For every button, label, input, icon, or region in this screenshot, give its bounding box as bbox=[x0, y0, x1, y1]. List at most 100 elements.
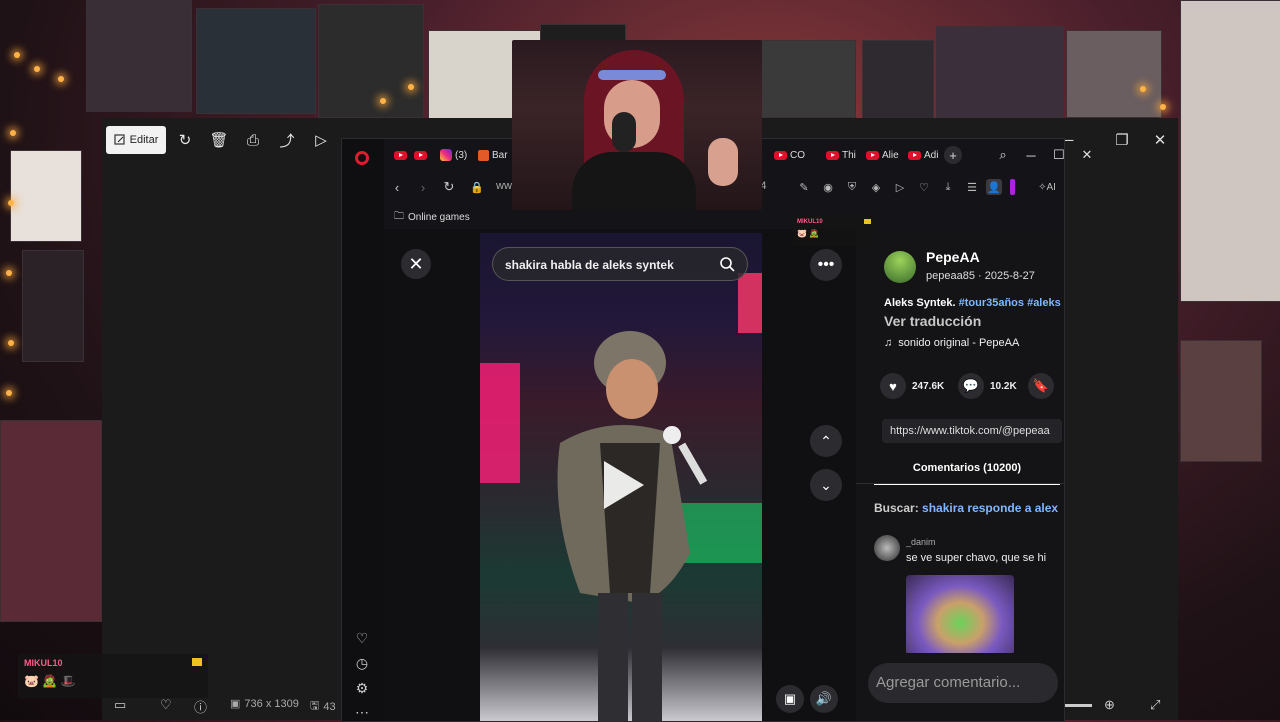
crown-badge-icon bbox=[192, 658, 202, 666]
search-tabs-icon[interactable]: ⌕ bbox=[992, 145, 1014, 165]
zoom-slider[interactable] bbox=[1064, 704, 1092, 707]
ai-button[interactable]: ✧ AI bbox=[1032, 179, 1062, 195]
tab-youtube[interactable]: CO bbox=[774, 146, 805, 164]
download-icon[interactable]: ⤓ bbox=[940, 179, 956, 195]
fullscreen-icon[interactable]: ⤢ bbox=[1150, 697, 1160, 713]
translate-link[interactable]: Ver traducción bbox=[884, 313, 981, 329]
rotate-icon[interactable]: ↻ bbox=[174, 126, 196, 154]
edit-page-icon[interactable]: ✎ bbox=[796, 179, 812, 195]
youtube-icon bbox=[414, 150, 427, 160]
poster bbox=[196, 8, 316, 114]
poster bbox=[22, 250, 84, 362]
commenter-avatar[interactable] bbox=[874, 535, 900, 561]
print-icon[interactable]: ⎙ bbox=[242, 126, 264, 154]
settings-gear-icon[interactable]: ⚙ bbox=[353, 679, 371, 697]
chat-username: MIKUL10 bbox=[24, 658, 63, 668]
youtube-icon bbox=[826, 150, 839, 160]
tab-label: Bar bbox=[492, 149, 508, 161]
poster bbox=[862, 40, 934, 120]
author-avatar[interactable] bbox=[884, 251, 916, 283]
tab-comments[interactable]: Comentarios (10200) bbox=[874, 453, 1060, 485]
menu-lines-icon[interactable]: ☰ bbox=[964, 179, 980, 195]
streamer-headband bbox=[598, 70, 666, 80]
profile-icon[interactable]: 👤 bbox=[986, 179, 1002, 195]
like-count: 247.6K bbox=[912, 380, 945, 392]
image-dimensions: ▣ 736 x 1309 bbox=[230, 697, 299, 711]
tab-youtube[interactable] bbox=[394, 146, 407, 164]
hashtags-link[interactable]: #tour35años #aleks bbox=[959, 297, 1061, 309]
minimize-icon[interactable]: ─ bbox=[1020, 145, 1042, 165]
next-video-icon[interactable]: ⌄ bbox=[810, 469, 842, 501]
tab-youtube[interactable]: Alie bbox=[866, 146, 899, 164]
tab-youtube[interactable]: Adi bbox=[908, 146, 938, 164]
ai-label: AI bbox=[1046, 181, 1056, 193]
slideshow-icon[interactable]: ▷ bbox=[310, 126, 332, 154]
filmstrip-icon[interactable]: ▭ bbox=[114, 697, 126, 713]
maximize-icon[interactable]: ☐ bbox=[1048, 145, 1070, 165]
music-note-icon: ♫ bbox=[884, 337, 893, 349]
more-icon[interactable]: ⋯ bbox=[353, 703, 371, 721]
like-button[interactable]: ♥ 247.6K bbox=[880, 373, 944, 399]
shield-icon[interactable]: ⛨ bbox=[844, 179, 860, 195]
related-search-link[interactable]: shakira responde a alex bbox=[922, 501, 1058, 515]
vpn-icon[interactable]: ◈ bbox=[868, 179, 884, 195]
zoom-in-icon[interactable]: ⊕ bbox=[1104, 697, 1115, 713]
play-icon[interactable] bbox=[604, 461, 644, 509]
search-icon[interactable] bbox=[719, 256, 735, 272]
commenter-name[interactable]: _danim bbox=[906, 537, 936, 547]
forward-icon[interactable]: › bbox=[414, 178, 432, 196]
comment-button[interactable]: 💬 10.2K bbox=[958, 373, 1017, 399]
poster bbox=[318, 4, 424, 118]
poster bbox=[1180, 0, 1280, 302]
sound-label: sonido original - PepeAA bbox=[898, 337, 1020, 349]
comment-input[interactable]: Agregar comentario... bbox=[868, 663, 1058, 703]
bookmark-button[interactable]: 🔖 bbox=[1028, 373, 1054, 399]
volume-icon[interactable]: 🔊 bbox=[810, 685, 838, 713]
tab-youtube[interactable]: Thi bbox=[826, 146, 856, 164]
info-icon[interactable]: ⓘ bbox=[194, 697, 207, 716]
edit-button[interactable]: Editar bbox=[106, 126, 166, 154]
play-icon[interactable]: ▷ bbox=[892, 179, 908, 195]
video-player[interactable]: shakira habla de aleks syntek bbox=[480, 233, 762, 721]
back-icon[interactable]: ‹ bbox=[388, 178, 406, 196]
favorite-icon[interactable]: ♡ bbox=[160, 697, 172, 713]
opera-logo-icon[interactable] bbox=[355, 151, 369, 165]
fairy-light bbox=[8, 340, 14, 346]
bookmark-folder-label: Online games bbox=[408, 212, 470, 223]
edit-label: Editar bbox=[129, 134, 159, 146]
previous-video-icon[interactable]: ⌃ bbox=[810, 425, 842, 457]
tab-label: CO bbox=[790, 149, 805, 161]
search-query-text: shakira habla de aleks syntek bbox=[505, 258, 674, 272]
reload-icon[interactable]: ↻ bbox=[440, 178, 458, 196]
tab-bar[interactable]: Bar bbox=[478, 146, 508, 164]
share-icon[interactable]: ⤴ bbox=[276, 126, 298, 154]
fairy-light bbox=[34, 66, 40, 72]
share-link-field[interactable]: https://www.tiktok.com/@pepeaa bbox=[882, 419, 1062, 443]
close-video-button[interactable]: ✕ bbox=[401, 249, 431, 279]
comment-input-bar: Agregar comentario... bbox=[856, 653, 1064, 713]
tab-youtube[interactable] bbox=[414, 146, 427, 164]
bookmark-folder[interactable]: 🗀 Online games bbox=[394, 209, 470, 226]
image-size-icon: ▣ bbox=[230, 698, 241, 710]
stage-light bbox=[738, 273, 762, 333]
youtube-icon bbox=[394, 150, 407, 160]
restore-icon[interactable]: ❐ bbox=[1104, 126, 1140, 154]
sound-link[interactable]: ♫ sonido original - PepeAA bbox=[884, 337, 1019, 349]
heart-icon[interactable]: ♡ bbox=[353, 629, 371, 647]
author-handle[interactable]: pepeaa85 bbox=[926, 270, 975, 282]
tab-instagram[interactable]: (3) bbox=[440, 146, 467, 164]
fairy-light bbox=[1160, 104, 1166, 110]
tab-label: (3) bbox=[455, 149, 468, 161]
delete-icon[interactable]: 🗑 bbox=[208, 126, 230, 154]
poster bbox=[936, 26, 1064, 118]
camera-icon[interactable]: ◉ bbox=[820, 179, 836, 195]
video-search-input[interactable]: shakira habla de aleks syntek bbox=[492, 247, 748, 281]
new-tab-icon[interactable]: + bbox=[944, 146, 962, 164]
author-name[interactable]: PepeAA bbox=[926, 249, 980, 265]
more-options-icon[interactable]: ••• bbox=[810, 249, 842, 281]
heart-icon[interactable]: ♡ bbox=[916, 179, 932, 195]
close-window-icon[interactable]: ✕ bbox=[1142, 126, 1178, 154]
history-icon[interactable]: ◷ bbox=[353, 654, 371, 672]
close-icon[interactable]: ✕ bbox=[1076, 145, 1098, 165]
pip-icon[interactable]: ▣ bbox=[776, 685, 804, 713]
